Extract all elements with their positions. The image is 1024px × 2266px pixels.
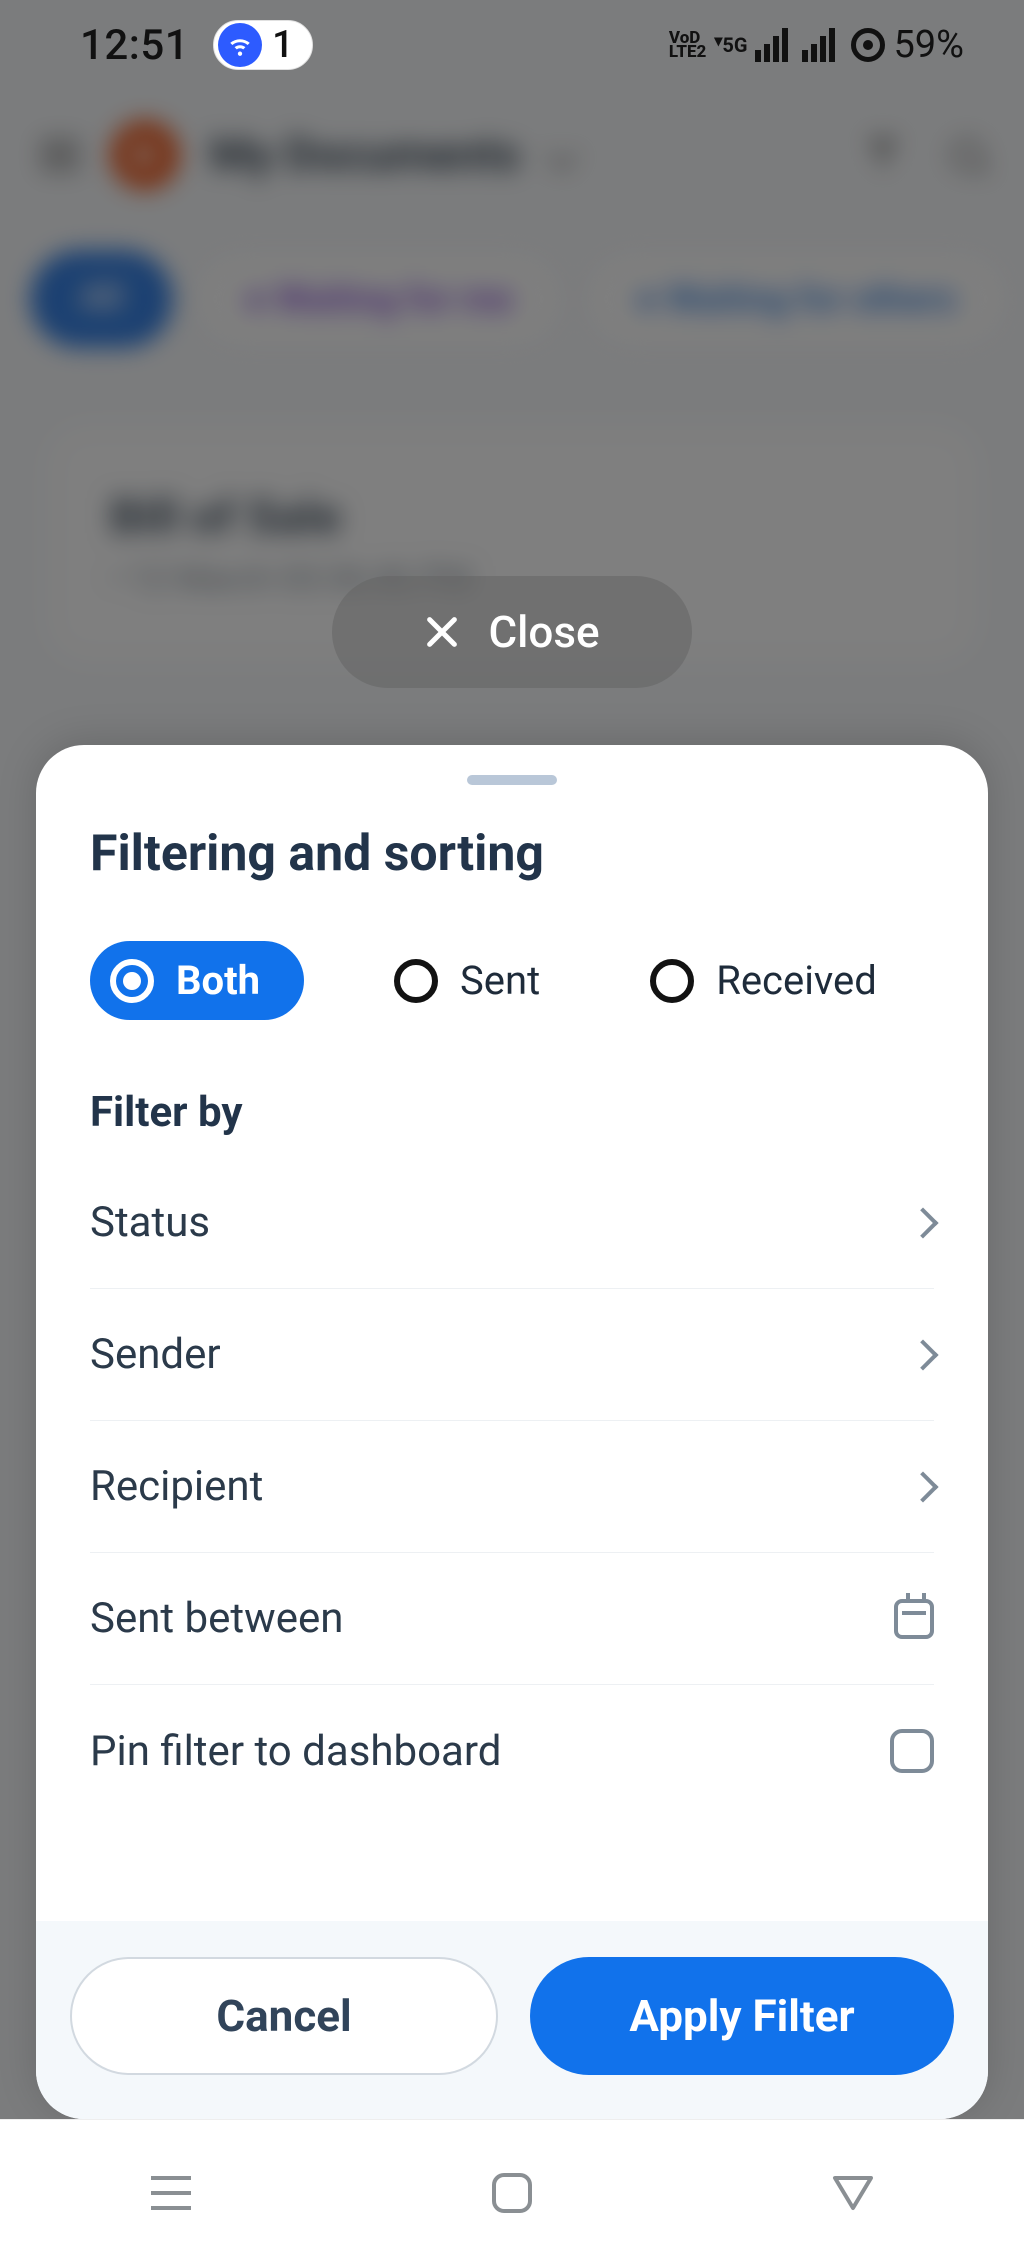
close-icon (424, 614, 460, 650)
chevron-right-icon (907, 1207, 938, 1238)
filter-row-sent-between-label: Sent between (90, 1594, 343, 1643)
battery-ring-icon (851, 28, 885, 62)
filter-row-status-label: Status (90, 1198, 210, 1247)
notification-count: 1 (272, 23, 294, 67)
direction-radio-group: Both Sent Received (90, 941, 934, 1020)
sheet-drag-handle[interactable] (467, 775, 557, 785)
home-icon (492, 2173, 532, 2213)
cancel-button-label: Cancel (216, 1990, 351, 2042)
filter-bottom-sheet: Filtering and sorting Both Sent Received… (36, 745, 988, 2119)
apply-filter-button[interactable]: Apply Filter (530, 1957, 954, 2075)
radio-icon (394, 959, 438, 1003)
radio-received[interactable]: Received (650, 957, 877, 1004)
radio-both-label: Both (176, 957, 260, 1004)
filter-row-pin[interactable]: Pin filter to dashboard (90, 1685, 934, 1817)
filter-row-sender[interactable]: Sender (90, 1289, 934, 1421)
wifi-icon (218, 23, 262, 67)
recents-icon (151, 2176, 191, 2210)
network-5g: ▾5G (714, 33, 747, 57)
sheet-footer: Cancel Apply Filter (36, 1921, 988, 2119)
apply-filter-button-label: Apply Filter (629, 1990, 854, 2042)
filter-row-pin-label: Pin filter to dashboard (90, 1727, 501, 1776)
sheet-title: Filtering and sorting (90, 825, 934, 883)
close-label: Close (488, 606, 599, 658)
system-nav-bar (0, 2119, 1024, 2266)
filter-row-recipient-label: Recipient (90, 1462, 263, 1511)
close-toast[interactable]: Close (332, 576, 692, 688)
radio-sent-label: Sent (460, 957, 540, 1004)
cancel-button[interactable]: Cancel (70, 1957, 498, 2075)
status-time: 12:51 (80, 21, 189, 70)
chevron-right-icon (907, 1339, 938, 1370)
calendar-icon (894, 1599, 934, 1639)
radio-sent[interactable]: Sent (394, 957, 540, 1004)
volte-indicator: VoD LTE2 (669, 31, 706, 60)
signal-bars-2 (802, 28, 835, 62)
filter-by-label: Filter by (90, 1088, 934, 1137)
nav-back-button[interactable] (828, 2168, 878, 2218)
filter-row-status[interactable]: Status (90, 1157, 934, 1289)
status-bar: 12:51 1 VoD LTE2 ▾5G 59% (0, 0, 1024, 90)
radio-icon (650, 959, 694, 1003)
filter-row-sent-between[interactable]: Sent between (90, 1553, 934, 1685)
back-icon (831, 2174, 875, 2212)
filter-row-recipient[interactable]: Recipient (90, 1421, 934, 1553)
signal-bars-1 (755, 28, 788, 62)
chevron-right-icon (907, 1471, 938, 1502)
battery-percentage: 59% (893, 23, 964, 67)
notification-pill: 1 (213, 20, 313, 70)
filter-row-sender-label: Sender (90, 1330, 221, 1379)
radio-both[interactable]: Both (90, 941, 304, 1020)
nav-home-button[interactable] (487, 2168, 537, 2218)
checkbox[interactable] (890, 1729, 934, 1773)
nav-recents-button[interactable] (146, 2168, 196, 2218)
radio-icon (110, 959, 154, 1003)
radio-received-label: Received (716, 957, 877, 1004)
